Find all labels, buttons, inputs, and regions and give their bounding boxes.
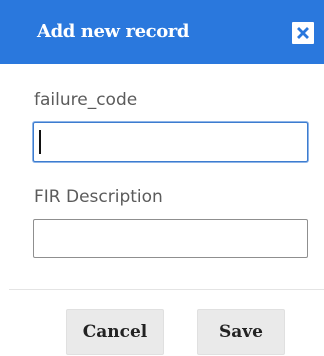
footer-divider: [9, 289, 324, 290]
dialog-titlebar: Add new record: [0, 0, 324, 64]
failure-code-label: failure_code: [34, 90, 138, 110]
close-button[interactable]: [292, 22, 314, 44]
close-x-icon: [297, 27, 309, 39]
save-button[interactable]: Save: [197, 309, 285, 355]
cancel-button[interactable]: Cancel: [66, 309, 164, 355]
fir-description-input[interactable]: [33, 219, 308, 258]
fir-description-label: FIR Description: [34, 187, 163, 207]
add-record-dialog: Add new record failure_code FIR Descript…: [0, 0, 324, 356]
failure-code-input[interactable]: [33, 122, 308, 162]
dialog-title: Add new record: [37, 21, 190, 42]
text-cursor: [39, 130, 41, 154]
